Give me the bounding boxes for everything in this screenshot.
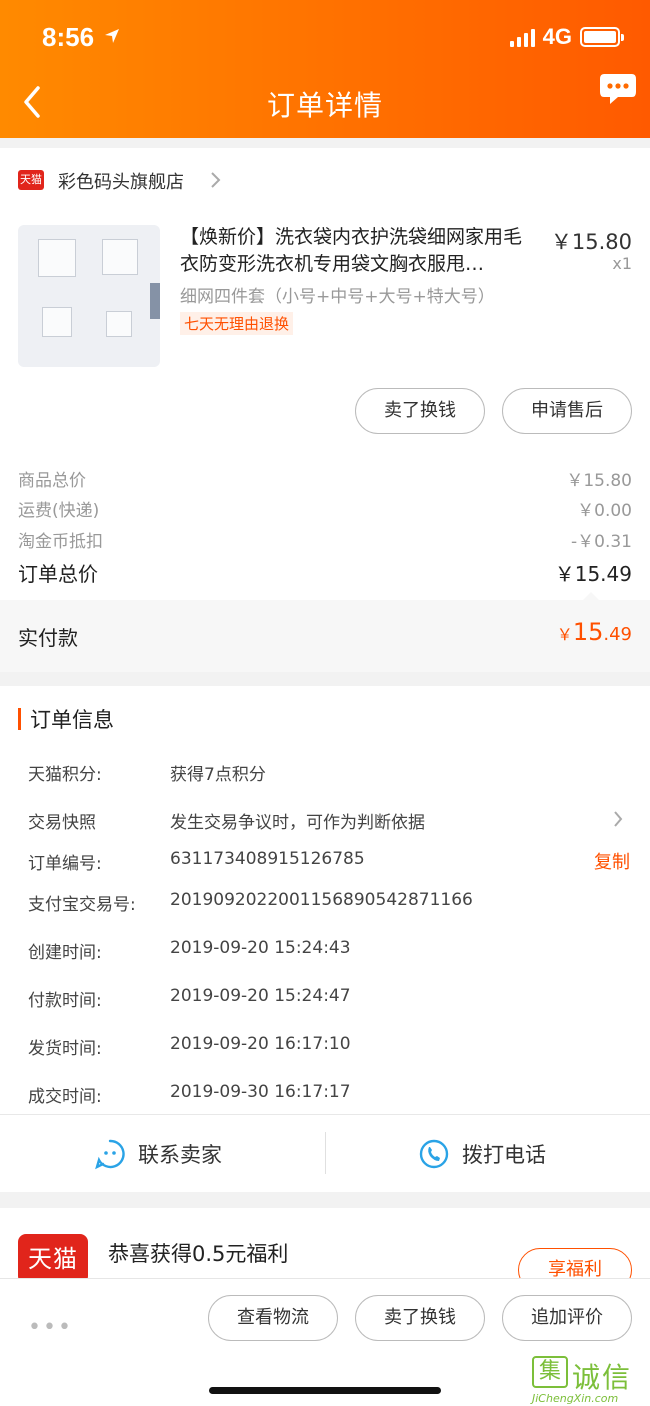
tmall-badge-icon: 天猫 <box>18 170 44 190</box>
divider <box>325 1132 326 1174</box>
info-value-points: 获得7点积分 <box>170 765 266 785</box>
info-value-paid: 2019-09-20 15:24:47 <box>170 986 351 1006</box>
product-sku: 细网四件套（小号+中号+大号+特大号） <box>180 287 495 307</box>
tmall-logo: 天猫 <box>18 1234 88 1284</box>
product-image[interactable] <box>18 225 160 367</box>
info-label-points: 天猫积分: <box>28 765 102 785</box>
section-accent-bar <box>18 708 21 730</box>
summary-row-shipping: 运费(快递) ￥0.00 <box>18 501 632 521</box>
chevron-right-icon[interactable] <box>208 170 222 190</box>
paid-label: 实付款 <box>18 626 78 650</box>
product-title[interactable]: 【焕新价】洗衣袋内衣护洗袋细网家用毛衣防变形洗衣机专用袋文胸衣服甩… <box>180 224 540 278</box>
info-value-created: 2019-09-20 15:24:43 <box>170 938 351 958</box>
info-label-alipay-no: 支付宝交易号: <box>28 895 136 915</box>
network-type: 4G <box>542 24 572 49</box>
info-label-order-no: 订单编号: <box>28 854 102 874</box>
product-card: 天猫 彩色码头旗舰店 【焕新价】洗衣袋内衣护洗袋细网家用毛衣防变形洗衣机专用袋文… <box>0 148 650 672</box>
return-policy-tag: 七天无理由退换 <box>180 312 294 335</box>
battery-icon <box>580 27 624 47</box>
info-value-completed: 2019-09-30 16:17:17 <box>170 1082 351 1102</box>
order-info-card: 订单信息 天猫积分: 获得7点积分 交易快照 发生交易争议时，可作为判断依据 订… <box>0 686 650 1192</box>
message-bubble-icon[interactable] <box>598 70 638 110</box>
more-icon[interactable]: ••• <box>28 1315 73 1340</box>
phone-icon <box>419 1139 449 1169</box>
copy-button[interactable]: 复制 <box>594 848 630 874</box>
order-info-title: 订单信息 <box>30 708 114 732</box>
chevron-right-icon[interactable] <box>612 810 624 828</box>
paid-amount: ￥15.49 <box>556 618 632 646</box>
summary-row-total: 订单总价 ￥15.49 <box>18 562 632 586</box>
summary-row-coin-discount: 淘金币抵扣 -￥0.31 <box>18 532 632 552</box>
sell-for-cash-button[interactable]: 卖了换钱 <box>355 1295 485 1341</box>
product-quantity: x1 <box>612 254 632 273</box>
info-label-created: 创建时间: <box>28 943 102 963</box>
info-label-shipped: 发货时间: <box>28 1039 102 1059</box>
location-arrow-icon <box>105 29 119 43</box>
signal-icon <box>509 27 535 47</box>
call-phone-button[interactable]: 拨打电话 <box>418 1138 546 1170</box>
promo-text: 恭喜获得0.5元福利 <box>108 1242 289 1266</box>
after-sale-button[interactable]: 申请售后 <box>502 388 632 434</box>
chat-face-icon <box>95 1139 125 1170</box>
info-value-snapshot[interactable]: 发生交易争议时，可作为判断依据 <box>170 808 425 833</box>
watermark-logo: 集 诚信 JiChengXin.com <box>532 1356 648 1406</box>
add-review-button[interactable]: 追加评价 <box>502 1295 632 1341</box>
info-label-paid: 付款时间: <box>28 991 102 1011</box>
shop-name[interactable]: 彩色码头旗舰店 <box>58 168 184 194</box>
contact-seller-button[interactable]: 联系卖家 <box>94 1138 222 1170</box>
sell-for-cash-button[interactable]: 卖了换钱 <box>355 388 485 434</box>
info-label-snapshot[interactable]: 交易快照 <box>28 808 96 833</box>
status-time: 8:56 <box>42 22 95 52</box>
paid-section: 实付款 ￥15.49 <box>0 600 650 672</box>
home-indicator[interactable] <box>209 1387 441 1394</box>
info-value-shipped: 2019-09-20 16:17:10 <box>170 1034 351 1054</box>
info-value-order-no: 631173408915126785 <box>170 849 365 869</box>
header: 8:56 4G 订单详情 <box>0 0 650 138</box>
divider <box>0 1114 650 1115</box>
summary-row-goods: 商品总价 ￥15.80 <box>18 471 632 491</box>
info-value-alipay-no: 2019092022001156890542871166 <box>170 890 473 910</box>
status-indicators: 4G <box>509 24 624 50</box>
product-price: ￥15.80 <box>550 230 632 254</box>
view-logistics-button[interactable]: 查看物流 <box>208 1295 338 1341</box>
page-title: 订单详情 <box>266 89 383 122</box>
info-label-completed: 成交时间: <box>28 1087 102 1107</box>
